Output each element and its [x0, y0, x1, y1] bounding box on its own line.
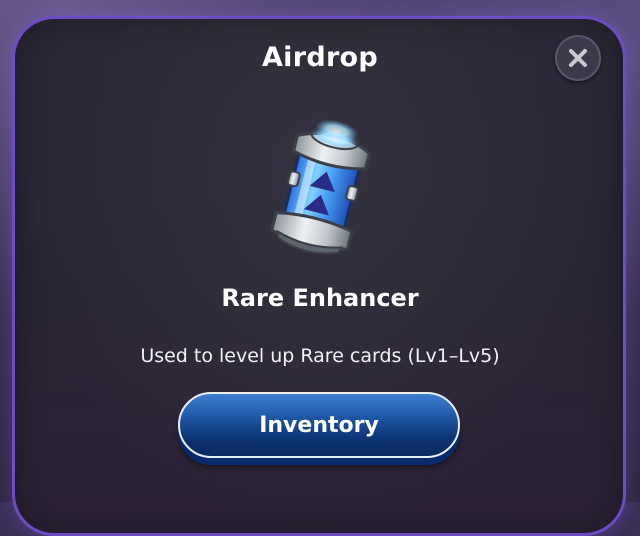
airdrop-modal [12, 16, 626, 536]
inventory-button-label: Inventory [259, 412, 379, 438]
inventory-button[interactable]: Inventory [178, 392, 460, 458]
item-name: Rare Enhancer [221, 284, 419, 312]
close-button[interactable] [555, 35, 601, 81]
item-description: Used to level up Rare cards (Lv1–Lv5) [140, 345, 500, 367]
modal-title: Airdrop [261, 42, 379, 73]
rare-enhancer-canister-icon [255, 115, 390, 265]
close-icon [569, 49, 587, 67]
